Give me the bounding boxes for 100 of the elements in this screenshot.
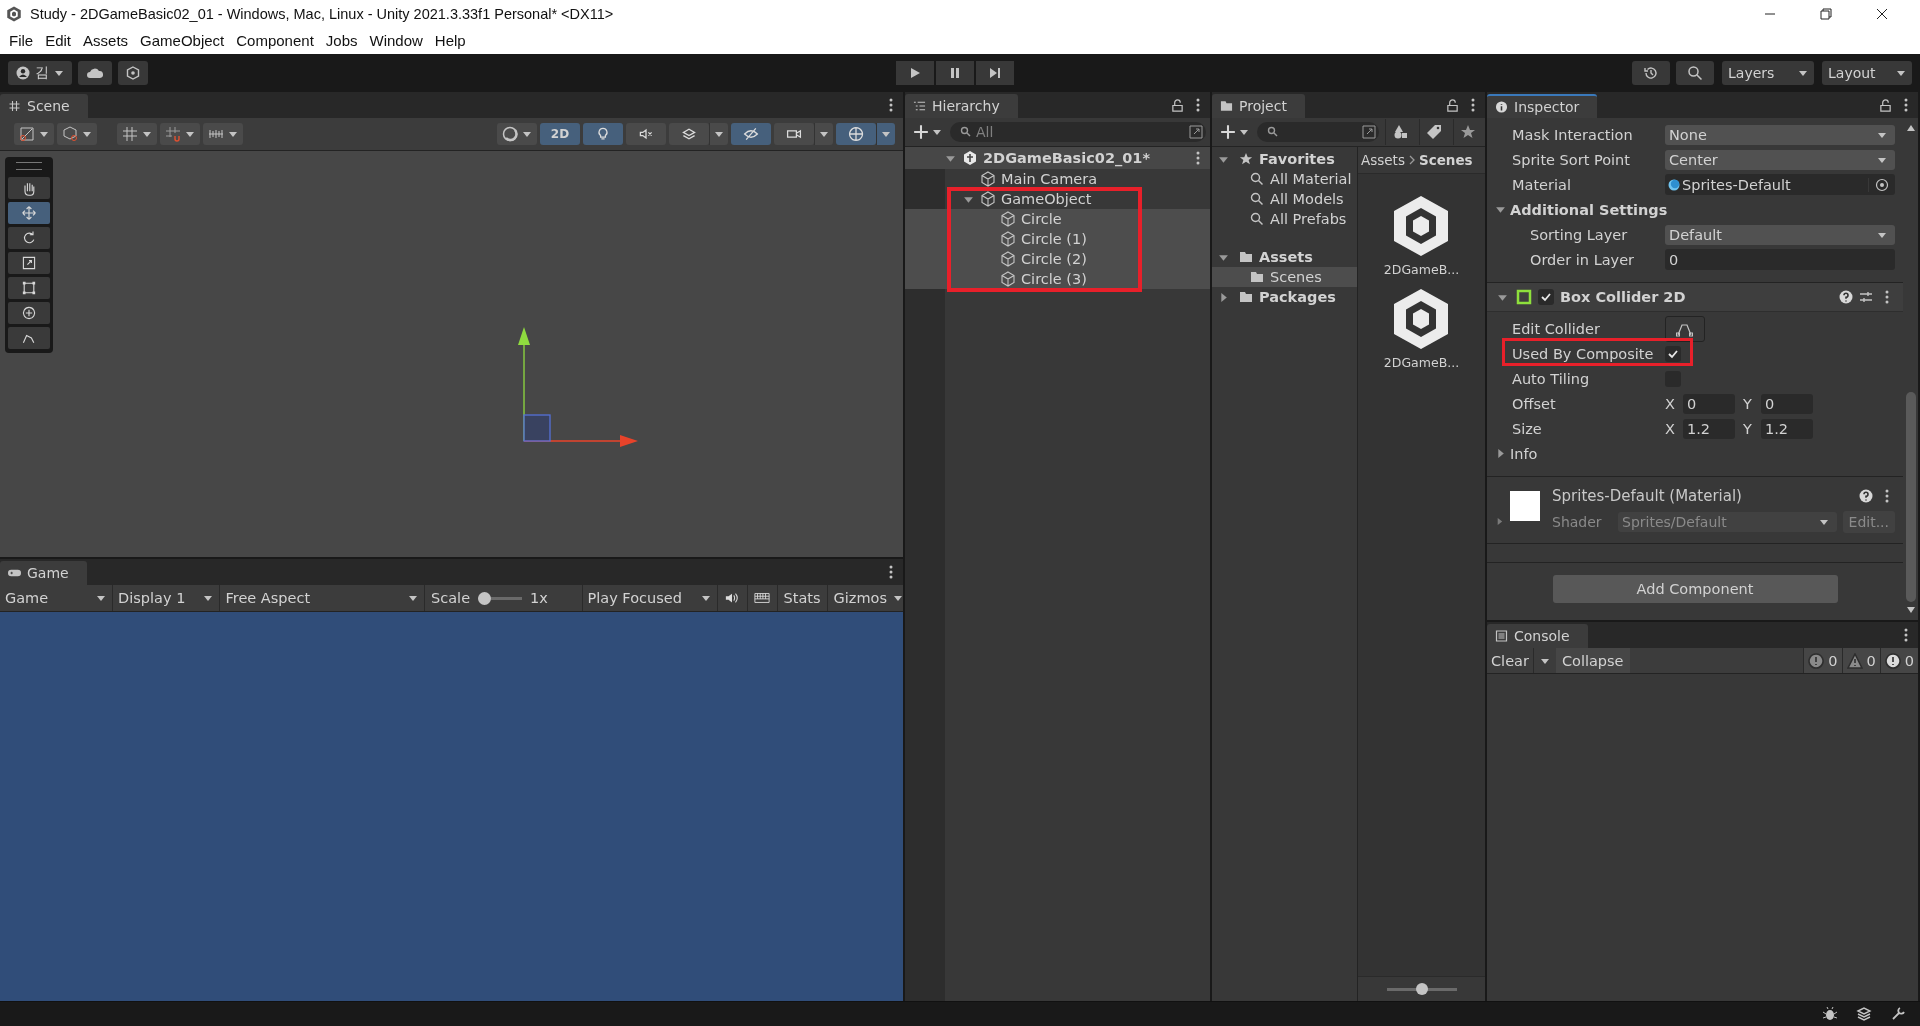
number-field[interactable]: 1.2 [1683, 418, 1735, 439]
sliders-icon[interactable] [1859, 290, 1873, 304]
increment-snap-button[interactable] [203, 123, 243, 145]
game-view-dropdown[interactable]: Game [0, 585, 114, 611]
hierarchy-item[interactable]: Circle (3) [905, 269, 1210, 289]
expand-arrow-icon[interactable] [1495, 204, 1506, 215]
step-button[interactable] [976, 61, 1014, 85]
menu-item[interactable]: Window [363, 32, 429, 49]
folder-item[interactable]: Scenes [1212, 267, 1357, 287]
enabled-checkbox[interactable] [1538, 289, 1554, 305]
render-mode-button[interactable] [57, 123, 97, 145]
transform-tool[interactable] [8, 302, 50, 324]
aspect-dropdown[interactable]: Free Aspect [220, 585, 426, 611]
breadcrumb-item[interactable]: Assets [1361, 152, 1405, 168]
play-mode-dropdown[interactable]: Play Focused [582, 585, 718, 611]
hierarchy-item[interactable]: Circle (2) [905, 249, 1210, 269]
hierarchy-item[interactable]: Circle [905, 209, 1210, 229]
project-tab[interactable]: Project [1212, 94, 1305, 118]
add-button[interactable] [911, 124, 944, 140]
draw-mode-button[interactable] [14, 123, 54, 145]
gizmos-toggle[interactable] [836, 123, 876, 145]
favorites-item[interactable]: All Prefabs [1212, 209, 1357, 229]
expand-arrow-icon[interactable] [1495, 517, 1504, 526]
expand-arrow-icon[interactable] [1218, 291, 1229, 303]
collapse-button[interactable]: Collapse [1555, 648, 1630, 673]
menu-item[interactable]: Jobs [319, 32, 364, 49]
hierarchy-item[interactable]: Main Camera [905, 169, 1210, 189]
slider-thumb[interactable] [478, 591, 492, 605]
scroll-up-icon[interactable] [1905, 124, 1916, 132]
rect-tool[interactable] [8, 277, 50, 299]
menu-item[interactable]: File [3, 32, 40, 49]
search-field[interactable] [1257, 122, 1379, 142]
layout-dropdown[interactable]: Layout [1822, 61, 1912, 85]
scene-header[interactable]: 2DGameBasic02_01* [905, 147, 1210, 169]
wrench-icon[interactable] [1890, 1006, 1906, 1022]
breadcrumb-item[interactable]: Scenes [1418, 152, 1473, 168]
hierarchy-tab[interactable]: Hierarchy [905, 94, 1018, 118]
play-button[interactable] [896, 61, 934, 85]
number-field[interactable]: 1.2 [1761, 418, 1813, 439]
dropdown[interactable]: None [1665, 124, 1895, 145]
favorites-item[interactable]: All Models [1212, 189, 1357, 209]
number-field[interactable]: 0 [1665, 249, 1895, 270]
gizmos-button[interactable]: Gizmos [827, 585, 893, 611]
camera-toggle[interactable] [774, 123, 814, 145]
dropdown-button[interactable] [709, 123, 728, 145]
hierarchy-item[interactable]: GameObject [905, 189, 1210, 209]
section-header[interactable]: Additional Settings [1510, 201, 1668, 218]
scale-tool[interactable] [8, 252, 50, 274]
collab-button[interactable] [118, 61, 148, 85]
dropdown-button[interactable] [876, 123, 895, 145]
info-count-button[interactable]: 0 [1803, 648, 1842, 673]
warning-count-button[interactable]: 0 [1841, 648, 1880, 673]
dropdown[interactable]: Center [1665, 149, 1895, 170]
help-icon[interactable] [1859, 489, 1873, 503]
visibility-toggle[interactable] [731, 123, 771, 145]
menu-item[interactable]: Assets [77, 32, 135, 49]
menu-item[interactable]: GameObject [134, 32, 231, 49]
inspector-tab[interactable]: Inspector [1487, 94, 1598, 118]
file-name[interactable]: 2DGameB... [1383, 262, 1460, 277]
file-name[interactable]: 2DGameB... [1383, 355, 1460, 370]
2d-mode-toggle[interactable]: 2D [540, 123, 580, 145]
dropdown[interactable]: Default [1665, 224, 1895, 245]
shading-button[interactable] [497, 123, 537, 145]
menu-item[interactable]: Edit [39, 32, 78, 49]
dropdown-button[interactable] [814, 123, 833, 145]
error-count-button[interactable]: 0 [1879, 648, 1918, 673]
grip-handle[interactable] [16, 162, 42, 170]
search-field[interactable]: All [950, 122, 1206, 142]
effects-toggle[interactable] [669, 123, 709, 145]
object-field[interactable]: Sprites-Default [1665, 174, 1895, 195]
pause-button[interactable] [936, 61, 974, 85]
cloud-button[interactable] [78, 61, 112, 85]
history-button[interactable] [1632, 61, 1670, 85]
custom-tool[interactable] [8, 327, 50, 349]
close-icon[interactable] [1876, 7, 1888, 20]
layers-icon[interactable] [1856, 1006, 1872, 1022]
add-button[interactable] [1218, 124, 1251, 140]
account-button[interactable]: 김 [8, 61, 72, 85]
move-tool[interactable] [8, 202, 50, 224]
favorites-header[interactable]: Favorites [1259, 151, 1335, 167]
layers-dropdown[interactable]: Layers [1722, 61, 1814, 85]
lighting-toggle[interactable] [583, 123, 623, 145]
rotate-tool[interactable] [8, 227, 50, 249]
expand-window-icon[interactable] [1359, 124, 1379, 140]
expand-arrow-icon[interactable] [1495, 448, 1506, 459]
checkbox[interactable] [1665, 345, 1681, 362]
game-tab[interactable]: Game [0, 561, 87, 585]
menu-item[interactable]: Component [230, 32, 320, 49]
folder-name[interactable]: Packages [1259, 289, 1336, 305]
stats-button[interactable]: Stats [777, 585, 828, 611]
scrollbar-thumb[interactable] [1905, 392, 1916, 602]
search-button[interactable] [1676, 61, 1714, 85]
hierarchy-item[interactable]: Circle (1) [905, 229, 1210, 249]
add-component-button[interactable]: Add Component [1552, 575, 1838, 603]
folder-name[interactable]: Assets [1259, 249, 1313, 265]
number-field[interactable]: 0 [1761, 393, 1813, 414]
audio-toggle[interactable] [626, 123, 666, 145]
edit-collider-button[interactable] [1665, 315, 1705, 342]
expand-window-icon[interactable] [1186, 124, 1206, 140]
scene-tab[interactable]: Scene [0, 94, 88, 118]
